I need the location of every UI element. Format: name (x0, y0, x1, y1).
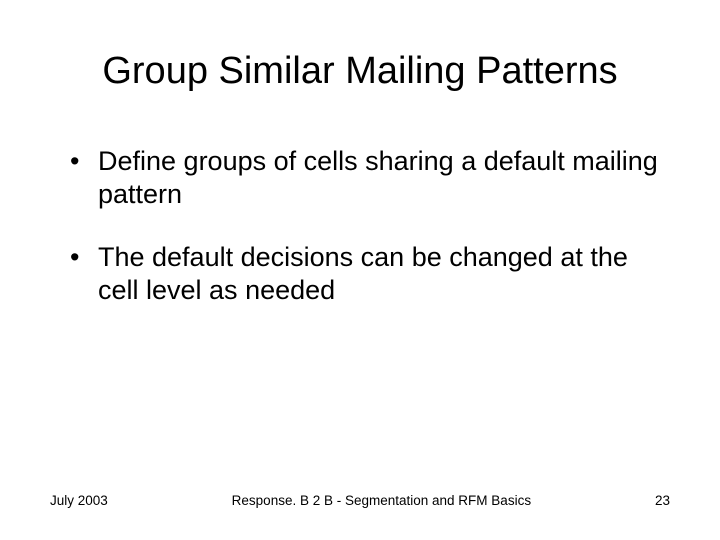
footer-page-number: 23 (655, 493, 670, 508)
slide-title: Group Similar Mailing Patterns (50, 50, 670, 93)
footer-title: Response. B 2 B - Segmentation and RFM B… (108, 493, 655, 508)
bullet-item: Define groups of cells sharing a default… (70, 145, 670, 211)
footer-date: July 2003 (50, 493, 108, 508)
bullet-list: Define groups of cells sharing a default… (50, 145, 670, 307)
bullet-item: The default decisions can be changed at … (70, 241, 670, 307)
slide-footer: July 2003 Response. B 2 B - Segmentation… (0, 493, 720, 508)
slide: Group Similar Mailing Patterns Define gr… (0, 0, 720, 540)
